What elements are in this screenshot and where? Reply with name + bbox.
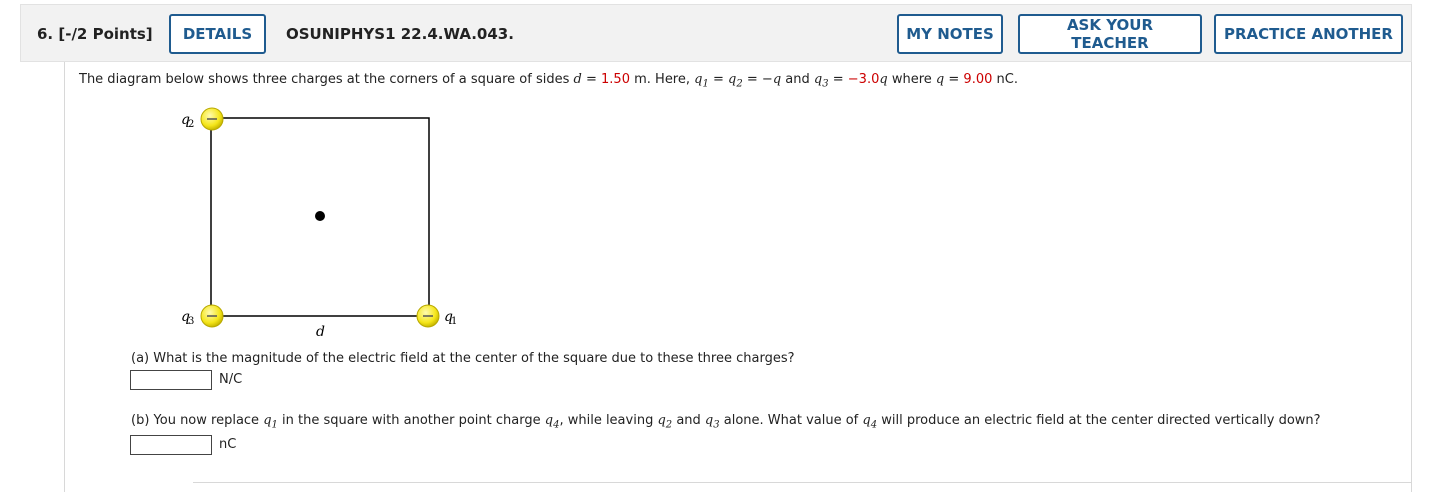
details-button[interactable]: DETAILS [169, 14, 266, 54]
ask-teacher-button[interactable]: ASK YOUR TEACHER [1018, 14, 1202, 54]
question-header: 6. [-/2 Points] DETAILS OSUNIPHYS1 22.4.… [20, 4, 1412, 62]
q2-sub: 2 [188, 119, 194, 130]
var-q1: q1 [694, 72, 709, 90]
part-b-answer-input[interactable] [130, 435, 212, 455]
eq-sign-2: = [713, 72, 724, 87]
divider [193, 482, 1412, 483]
practice-another-button[interactable]: PRACTICE ANOTHER [1214, 14, 1403, 54]
problem-statement: The diagram below shows three charges at… [79, 72, 1018, 90]
part-a-unit: N/C [219, 372, 243, 387]
part-b-question: (b) You now replace q1 in the square wit… [131, 413, 1321, 431]
part-b-var-q4: q4 [544, 413, 560, 431]
q1-sub: 1 [451, 316, 457, 327]
eq-sign-5: = [948, 72, 960, 87]
d-unit: m. Here, [634, 72, 691, 87]
eq-sign-3: = − [746, 72, 773, 87]
question-number: 6. [-/2 Points] [37, 25, 153, 43]
my-notes-button[interactable]: MY NOTES [897, 14, 1003, 54]
q-unit: nC. [996, 72, 1018, 87]
part-a-question: (a) What is the magnitude of the electri… [131, 351, 795, 366]
var-q: q [772, 72, 782, 87]
q3-value: −3.0 [847, 72, 880, 87]
part-b-text-5: alone. What value of [723, 413, 859, 428]
var-q-3: q [935, 72, 945, 87]
intro-text: The diagram below shows three charges at… [79, 72, 570, 87]
var-q3: q3 [813, 72, 829, 90]
center-point [315, 211, 325, 221]
eq-sign-4: = [832, 72, 844, 87]
charge-q1 [416, 304, 440, 328]
side-label: d [316, 324, 325, 340]
points-text: [-/2 Points] [58, 25, 153, 43]
part-b-var-q3: q3 [704, 413, 720, 431]
part-b-var-q1: q1 [263, 413, 278, 431]
part-b-text-4: and [676, 413, 701, 428]
var-d: d [573, 72, 582, 87]
var-q2: q2 [728, 72, 743, 90]
where-text: where [891, 72, 932, 87]
q-value: 9.00 [963, 72, 993, 87]
part-b-text-3: , while leaving [559, 413, 654, 428]
part-a-answer-input[interactable] [130, 370, 212, 390]
eq-sign: = [585, 72, 597, 87]
part-b-var-q2: q2 [657, 413, 673, 431]
question-number-text: 6. [37, 25, 54, 43]
part-b-text-2: in the square with another point charge [282, 413, 541, 428]
part-b-text-6: will produce an electric field at the ce… [881, 413, 1321, 428]
square-charges-diagram: q 2 q 3 q 1 d [181, 107, 457, 340]
q3-sub: 3 [188, 316, 194, 327]
and-text: and [785, 72, 810, 87]
problem-code: OSUNIPHYS1 22.4.WA.043. [286, 25, 514, 43]
part-b-unit: nC [219, 437, 237, 452]
part-b-var-q4-2: q4 [862, 413, 878, 431]
charge-q3 [200, 304, 224, 328]
d-value: 1.50 [601, 72, 630, 87]
charge-q2 [200, 107, 224, 131]
var-q-2: q [879, 72, 888, 87]
part-b-text-1: (b) You now replace [131, 413, 260, 428]
